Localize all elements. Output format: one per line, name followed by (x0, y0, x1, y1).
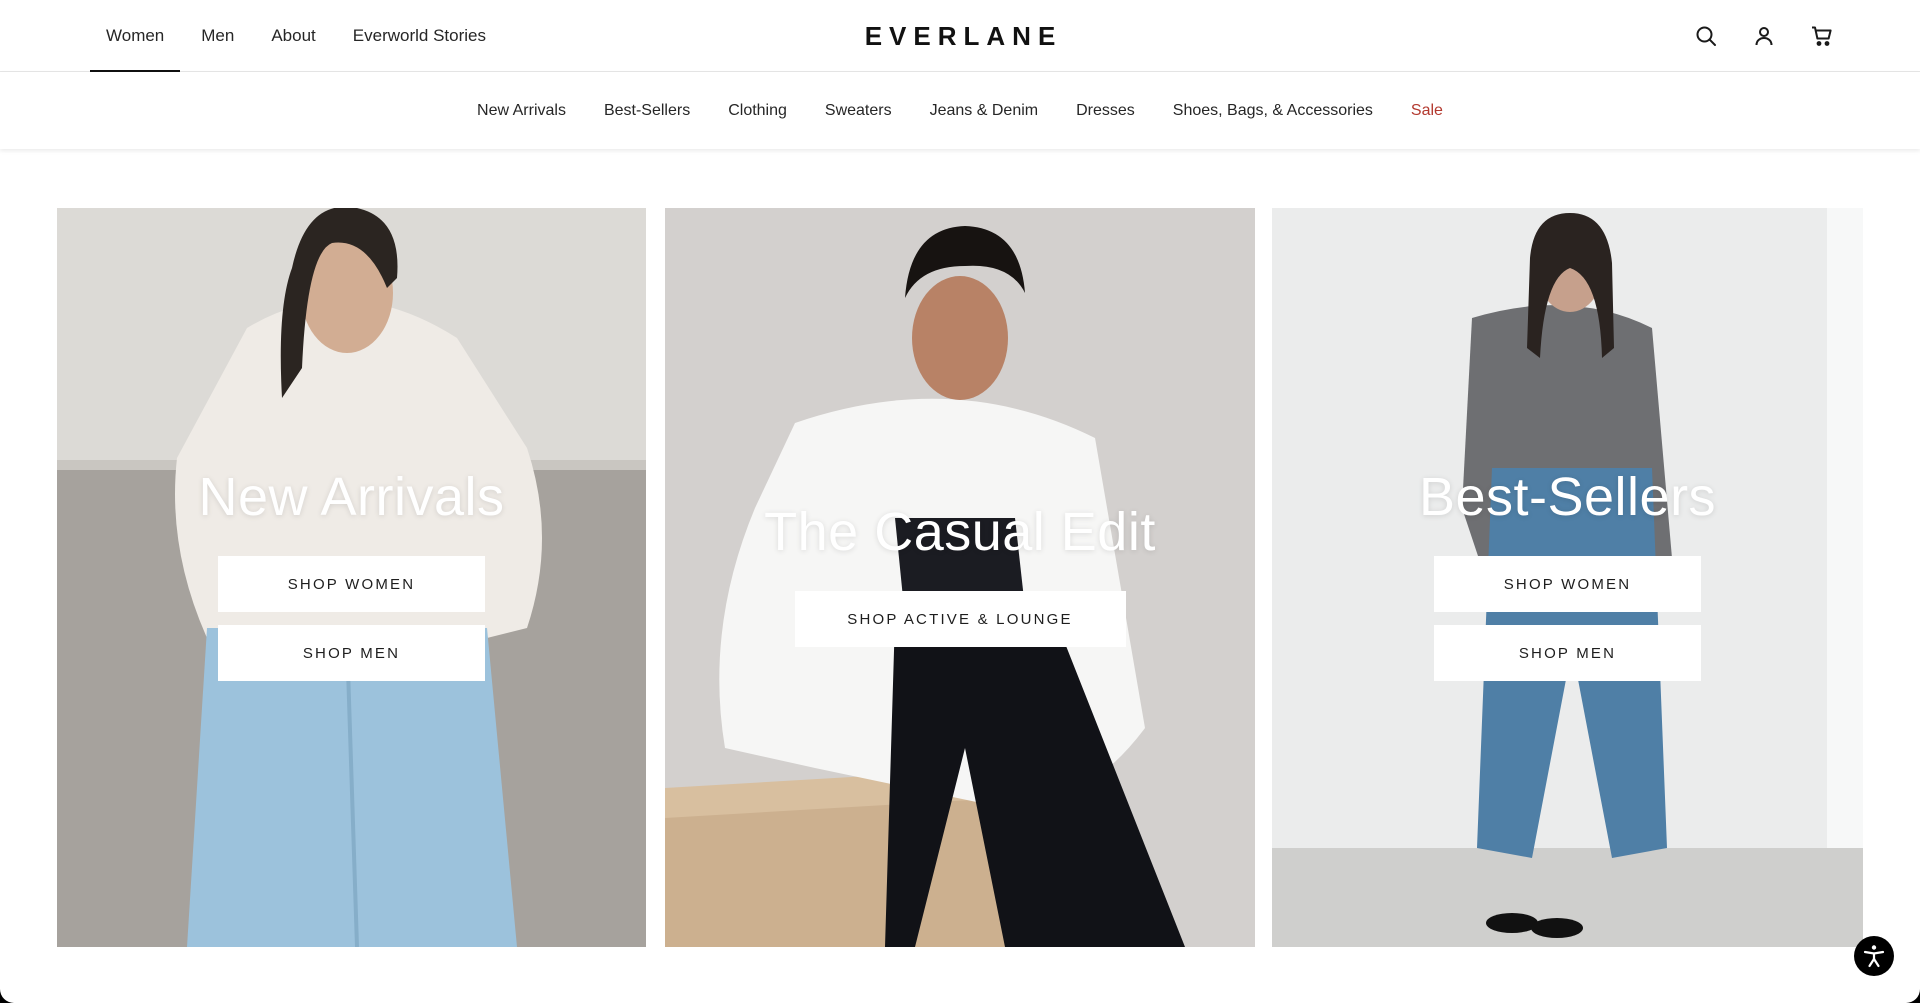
nav-women[interactable]: Women (90, 0, 181, 73)
cat-clothing[interactable]: Clothing (728, 102, 787, 120)
category-nav: New Arrivals Best-Sellers Clothing Sweat… (0, 72, 1920, 149)
shop-men-button[interactable]: SHOP MEN (1434, 625, 1701, 681)
nav-men[interactable]: Men (185, 0, 250, 72)
hero-panel-best-sellers: Best-Sellers SHOP WOMEN SHOP MEN (1272, 208, 1863, 947)
cat-best-sellers[interactable]: Best-Sellers (604, 102, 690, 120)
cart-icon[interactable] (1808, 22, 1836, 50)
cat-jeans-denim[interactable]: Jeans & Denim (930, 102, 1039, 120)
shop-women-button[interactable]: SHOP WOMEN (218, 556, 485, 612)
cat-shoes-bags-accessories[interactable]: Shoes, Bags, & Accessories (1173, 102, 1373, 120)
shop-women-button[interactable]: SHOP WOMEN (1434, 556, 1701, 612)
primary-nav: Women Men About Everworld Stories (90, 0, 502, 73)
top-header: Women Men About Everworld Stories EVERLA… (0, 0, 1920, 73)
nav-about[interactable]: About (255, 0, 331, 72)
cat-dresses[interactable]: Dresses (1076, 102, 1135, 120)
accessibility-icon[interactable] (1854, 936, 1894, 976)
hero-panel-new-arrivals: New Arrivals SHOP WOMEN SHOP MEN (57, 208, 646, 947)
shop-active-lounge-button[interactable]: SHOP ACTIVE & LOUNGE (794, 591, 1126, 647)
shop-men-button[interactable]: SHOP MEN (218, 625, 485, 681)
nav-everworld-stories[interactable]: Everworld Stories (337, 0, 502, 72)
cat-new-arrivals[interactable]: New Arrivals (477, 102, 566, 120)
cat-sale[interactable]: Sale (1411, 102, 1443, 120)
page: Women Men About Everworld Stories EVERLA… (0, 0, 1920, 1003)
search-icon[interactable] (1692, 22, 1720, 50)
brand-logo[interactable]: EVERLANE (858, 21, 1063, 52)
hero-content: The Casual Edit SHOP ACTIVE & LOUNGE (665, 501, 1255, 647)
header-icons (1692, 0, 1836, 72)
hero-title: Best-Sellers (1418, 467, 1717, 527)
cat-sweaters[interactable]: Sweaters (825, 102, 892, 120)
hero-panel-casual-edit: The Casual Edit SHOP ACTIVE & LOUNGE (665, 208, 1255, 947)
account-icon[interactable] (1750, 22, 1778, 50)
hero-title: New Arrivals (198, 467, 505, 527)
hero-content: New Arrivals SHOP WOMEN SHOP MEN (57, 466, 646, 681)
hero-content: Best-Sellers SHOP WOMEN SHOP MEN (1272, 466, 1863, 681)
hero-title: The Casual Edit (764, 502, 1156, 562)
